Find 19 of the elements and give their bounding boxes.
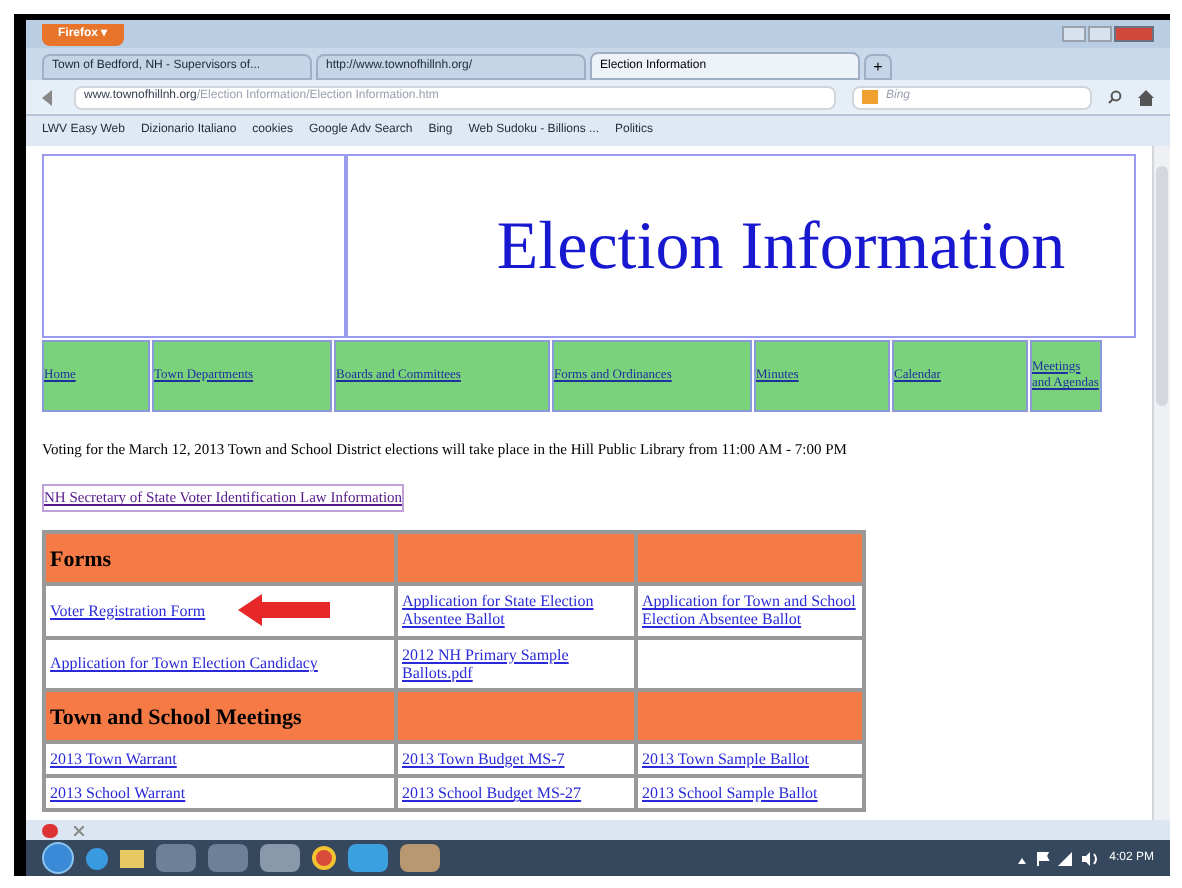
app-icon[interactable] <box>156 844 196 872</box>
document-link[interactable]: 2013 Town Warrant <box>50 750 177 769</box>
section-heading: Town and School Meetings <box>50 706 302 730</box>
addon-icon[interactable] <box>42 823 58 837</box>
folder-icon[interactable] <box>120 849 144 867</box>
section-heading: Forms <box>50 548 112 573</box>
arrow-icon <box>237 594 330 627</box>
close-icon[interactable] <box>74 825 84 835</box>
new-tab-button[interactable]: + <box>864 54 892 80</box>
window-controls-icon[interactable] <box>1062 26 1154 42</box>
home-icon[interactable] <box>1138 89 1154 105</box>
back-arrow-icon[interactable] <box>42 89 58 105</box>
document-link[interactable]: Voter Registration Form <box>50 601 206 621</box>
search-icon[interactable] <box>1108 90 1122 104</box>
app-icon[interactable] <box>400 844 440 872</box>
start-button[interactable] <box>42 842 74 874</box>
system-tray-icons[interactable] <box>1017 851 1098 865</box>
scrollbar[interactable] <box>1152 146 1170 820</box>
page-title: Election Information <box>494 207 1066 287</box>
